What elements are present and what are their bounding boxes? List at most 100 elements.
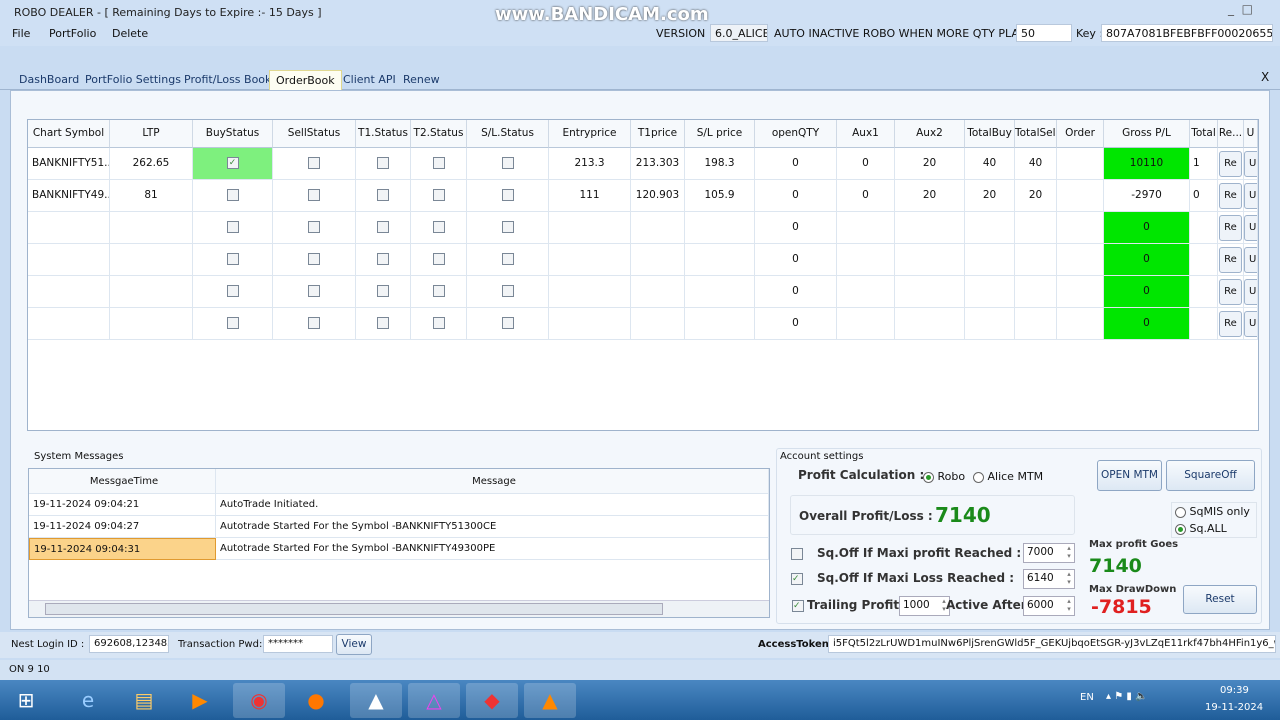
t1-checkbox[interactable] — [377, 317, 389, 329]
t1-checkbox[interactable] — [377, 189, 389, 201]
sl-checkbox[interactable] — [501, 285, 514, 297]
menu-file[interactable]: File — [12, 27, 30, 40]
max-loss-input[interactable]: 6140 — [1023, 569, 1075, 589]
start-button-icon[interactable]: ⊞ — [4, 683, 48, 718]
radio-robo-icon[interactable] — [923, 471, 934, 483]
message-message[interactable]: Autotrade Started For the Symbol -BANKNI… — [216, 516, 769, 538]
nest-login-input[interactable]: 692608,1234830 — [89, 635, 169, 653]
app-icon[interactable]: ▲ — [350, 683, 402, 718]
column-header-t1[interactable]: T1.Status — [356, 120, 411, 148]
column-header-t2[interactable]: T2.Status — [411, 120, 467, 148]
tray-icons[interactable]: ▴ ⚑ ▮ 🔈 — [1106, 691, 1147, 702]
ie-icon[interactable]: e — [62, 683, 114, 718]
sl-checkbox[interactable] — [501, 221, 514, 233]
menu-delete[interactable]: Delete — [112, 27, 148, 40]
radio-robo[interactable]: Robo — [923, 470, 965, 483]
re-button[interactable]: Re — [1219, 247, 1242, 273]
explorer-icon[interactable]: ▤ — [118, 683, 170, 718]
u-button[interactable]: U — [1244, 183, 1257, 209]
buy-checkbox[interactable] — [226, 285, 239, 297]
firefox-icon[interactable]: ● — [290, 683, 342, 718]
column-header-buy[interactable]: BuyStatus — [193, 120, 273, 148]
open-mtm-button[interactable]: OPEN MTM — [1097, 460, 1162, 491]
column-header-gross[interactable]: Gross P/L — [1104, 120, 1190, 148]
u-button[interactable]: U — [1244, 311, 1257, 337]
sell-checkbox[interactable] — [308, 317, 320, 329]
active-after-input[interactable]: 6000 — [1023, 596, 1075, 616]
column-header-t1price[interactable]: T1price — [631, 120, 685, 148]
clock-time[interactable]: 09:39 — [1220, 685, 1249, 696]
u-button[interactable]: U — [1244, 247, 1257, 273]
squareoff-button[interactable]: SquareOff — [1166, 460, 1255, 491]
tab-dashboard[interactable]: DashBoard — [13, 70, 85, 90]
t1-checkbox[interactable] — [377, 285, 389, 297]
trailing-profit-checkbox[interactable]: ✓ Trailing Profit — [792, 598, 899, 612]
sl-checkbox[interactable] — [501, 189, 514, 201]
window-controls[interactable]: _ □ — [1228, 2, 1253, 16]
tab-client-api[interactable]: Client API — [337, 70, 402, 90]
horizontal-scrollbar[interactable] — [29, 600, 769, 617]
t2-checkbox[interactable] — [432, 285, 445, 297]
sell-checkbox[interactable] — [308, 157, 320, 169]
max-profit-input[interactable]: 7000 — [1023, 543, 1075, 563]
t2-checkbox[interactable] — [432, 157, 445, 169]
robo-dealer-icon[interactable]: ◆ — [466, 683, 518, 718]
radio-alice-icon[interactable] — [973, 471, 984, 483]
sell-checkbox[interactable] — [308, 221, 320, 233]
re-button[interactable]: Re — [1219, 215, 1242, 241]
sell-checkbox[interactable] — [308, 253, 320, 265]
buy-checkbox[interactable] — [226, 253, 239, 265]
u-button[interactable]: U — [1244, 151, 1257, 177]
sell-checkbox[interactable] — [308, 189, 320, 201]
language-indicator[interactable]: EN — [1080, 692, 1094, 703]
close-tab-icon[interactable]: X — [1261, 70, 1269, 84]
radio-sq-all[interactable]: Sq.ALL — [1175, 522, 1227, 535]
column-header-openqty[interactable]: openQTY — [755, 120, 837, 148]
column-header-re[interactable]: Re... — [1218, 120, 1244, 148]
transaction-pwd-input[interactable]: ******* — [263, 635, 333, 653]
buy-checkbox[interactable] — [226, 221, 239, 233]
sl-checkbox[interactable] — [501, 253, 514, 265]
trailing-profit-input[interactable]: 1000 — [899, 596, 950, 616]
messages-header-time[interactable]: MessgaeTime — [29, 469, 216, 494]
radio-alice-mtm[interactable]: Alice MTM — [973, 470, 1043, 483]
column-header-totalsell[interactable]: TotalSell — [1015, 120, 1057, 148]
column-header-order[interactable]: Order — [1057, 120, 1104, 148]
column-header-entry[interactable]: Entryprice — [549, 120, 631, 148]
max-profit-checkbox[interactable]: Sq.Off If Maxi profit Reached : — [791, 546, 1021, 560]
column-header-aux2[interactable]: Aux2 — [895, 120, 965, 148]
column-header-sl[interactable]: S/L.Status — [467, 120, 549, 148]
re-button[interactable]: Re — [1219, 151, 1242, 177]
column-header-total[interactable]: Total — [1190, 120, 1218, 148]
t2-checkbox[interactable] — [432, 221, 445, 233]
chrome-icon[interactable]: ◉ — [233, 683, 285, 718]
tab-orderbook[interactable]: OrderBook — [269, 70, 342, 90]
re-button[interactable]: Re — [1219, 311, 1242, 337]
t2-checkbox[interactable] — [432, 253, 445, 265]
tab-profit-loss-book[interactable]: Profit/Loss Book — [178, 70, 277, 90]
column-header-ltp[interactable]: LTP — [110, 120, 193, 148]
media-player-icon[interactable]: ▶ — [174, 683, 226, 718]
column-header-slprice[interactable]: S/L price — [685, 120, 755, 148]
scrollbar-thumb[interactable] — [45, 603, 663, 615]
message-message[interactable]: Autotrade Started For the Symbol -BANKNI… — [216, 538, 769, 560]
message-time[interactable]: 19-11-2024 09:04:31 — [29, 538, 216, 560]
t1-checkbox[interactable] — [377, 157, 389, 169]
message-time[interactable]: 19-11-2024 09:04:21 — [29, 494, 216, 516]
vlc-icon[interactable]: ▲ — [524, 683, 576, 718]
auto-inactive-qty-input[interactable]: 50 — [1016, 24, 1072, 42]
radio-sqmis-only[interactable]: SqMIS only — [1175, 505, 1250, 518]
t1-checkbox[interactable] — [377, 221, 389, 233]
re-button[interactable]: Re — [1219, 279, 1242, 305]
column-header-sell[interactable]: SellStatus — [273, 120, 356, 148]
tab-portfolio-settings[interactable]: PortFolio Settings — [79, 70, 187, 90]
u-button[interactable]: U — [1244, 215, 1257, 241]
messages-header-message[interactable]: Message — [216, 469, 769, 494]
access-token-input[interactable]: i5FQt5l2zLrUWD1muINw6PljSrenGWld5F_GEKUj… — [828, 635, 1276, 653]
app2-icon[interactable]: △ — [408, 683, 460, 718]
u-button[interactable]: U — [1244, 279, 1257, 305]
column-header-aux1[interactable]: Aux1 — [837, 120, 895, 148]
re-button[interactable]: Re — [1219, 183, 1242, 209]
sl-checkbox[interactable] — [501, 317, 514, 329]
view-button[interactable]: View — [336, 634, 372, 655]
